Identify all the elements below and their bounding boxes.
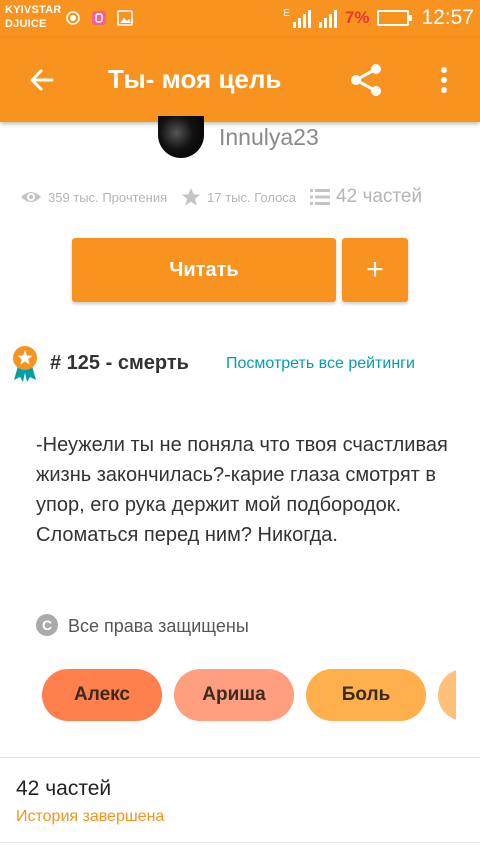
parts-title[interactable]: 42 частей xyxy=(16,777,111,801)
author-name[interactable]: Innulya23 xyxy=(219,124,319,151)
status-bar: KYIVSTAR DJUICE E 7% 12:57 xyxy=(0,0,480,38)
network-type-label: E xyxy=(283,8,290,19)
tag-chip-partial[interactable] xyxy=(438,669,456,721)
reads-stat: 359 тыс. Прочтения xyxy=(20,189,167,205)
ranking-medal-icon xyxy=(13,346,37,382)
arrow-left-icon[interactable] xyxy=(26,64,58,96)
notification-app-icon xyxy=(92,11,106,25)
signal-icon: E xyxy=(283,8,311,28)
status-clock: 12:57 xyxy=(421,6,474,29)
parts-count: 42 частей xyxy=(336,186,423,207)
copyright-icon: C xyxy=(36,614,58,636)
read-button[interactable]: Читать xyxy=(72,238,336,302)
share-icon[interactable] xyxy=(346,60,386,100)
tag-chip[interactable]: Боль xyxy=(306,669,426,721)
parts-stat: 42 частей xyxy=(310,186,422,208)
star-icon xyxy=(182,188,201,206)
copyright-text: Все права защищены xyxy=(68,616,249,636)
reads-count: 359 тыс. Прочтения xyxy=(48,189,168,205)
tag-chip[interactable]: Алекс xyxy=(42,669,162,721)
carrier-line-1: KYIVSTAR xyxy=(5,4,62,16)
add-to-library-button[interactable]: + xyxy=(342,238,408,302)
list-icon xyxy=(310,189,331,205)
battery-icon xyxy=(377,10,413,26)
votes-count: 17 тыс. Голоса xyxy=(207,189,297,205)
carrier-line-2: DJUICE xyxy=(5,18,47,30)
eye-icon xyxy=(21,192,41,202)
tag-chip[interactable]: Ариша xyxy=(174,669,294,721)
ranking-label: # 125 - смерть xyxy=(50,352,189,374)
story-stats: 359 тыс. Прочтения 17 тыс. Голоса 42 час… xyxy=(20,186,436,208)
carrier-label: KYIVSTAR DJUICE xyxy=(5,3,61,31)
app-bar: Ты- моя цель xyxy=(0,38,480,122)
image-icon xyxy=(117,10,133,26)
view-all-rankings-link[interactable]: Посмотреть все рейтинги xyxy=(226,355,415,373)
story-completed-status: История завершена xyxy=(16,808,165,825)
hotspot-icon xyxy=(66,11,80,25)
votes-stat: 17 тыс. Голоса xyxy=(181,187,296,207)
section-divider-bottom xyxy=(0,842,480,843)
section-divider xyxy=(0,757,480,758)
story-description: -Неужели ты не поняла что твоя счастлива… xyxy=(36,434,448,546)
more-vertical-icon[interactable] xyxy=(432,66,456,94)
story-title: Ты- моя цель xyxy=(108,64,282,94)
signal-2-icon xyxy=(318,8,337,28)
author-avatar[interactable] xyxy=(158,116,204,158)
battery-percent: 7% xyxy=(344,8,370,27)
tag-list: Алекс Ариша Боль xyxy=(42,669,456,723)
plus-icon: + xyxy=(366,253,384,286)
